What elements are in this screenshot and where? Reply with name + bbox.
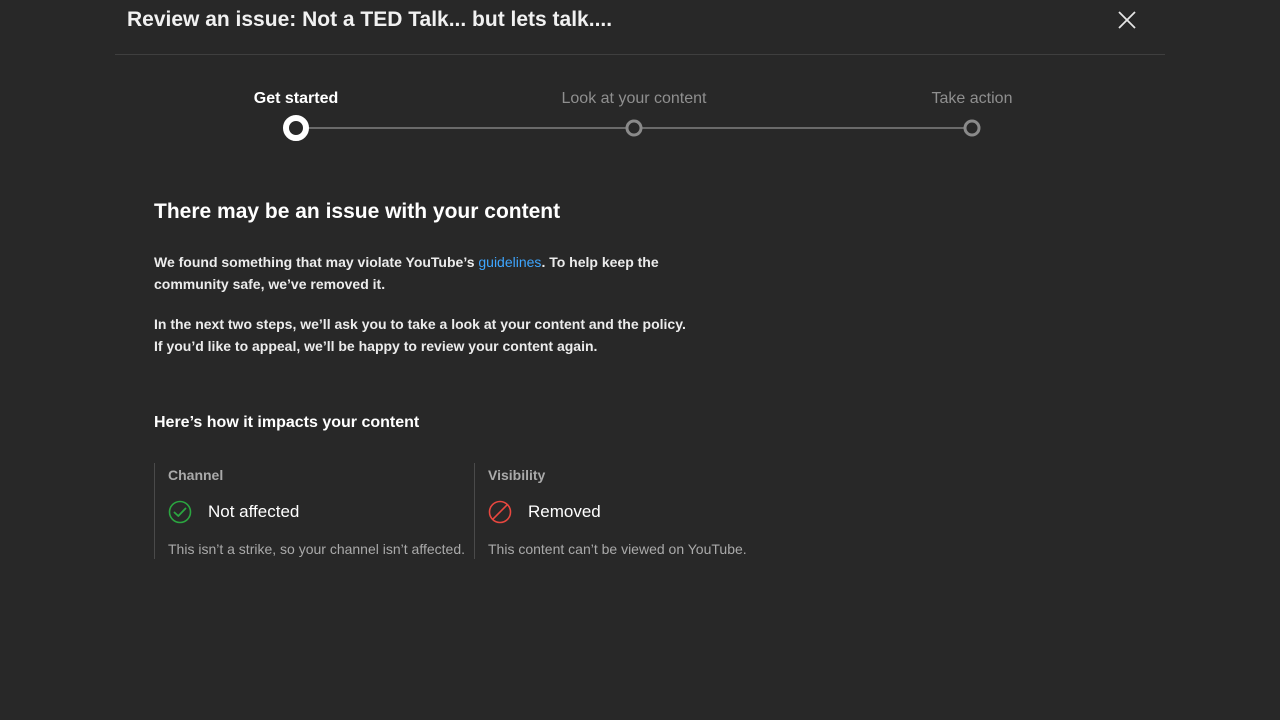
step-label-look-at-content: Look at your content xyxy=(561,90,707,107)
impact-label: Visibility xyxy=(488,467,546,483)
step-label-get-started: Get started xyxy=(253,90,339,107)
impact-heading: Here’s how it impacts your content xyxy=(154,414,420,431)
impact-card-channel: Channel Not affected This isn’t a strike… xyxy=(154,463,474,559)
impact-label: Channel xyxy=(168,467,224,483)
impact-description: This content can’t be viewed on YouTube. xyxy=(488,541,747,557)
progress-stepper: Get started Look at your content Take ac… xyxy=(0,0,1280,160)
next-steps-description: In the next two steps, we’ll ask you to … xyxy=(154,316,686,354)
impact-status: Removed xyxy=(488,500,601,524)
issue-heading: There may be an issue with your content xyxy=(154,200,561,223)
check-circle-icon xyxy=(168,500,192,524)
prohibited-icon xyxy=(488,500,512,524)
impact-description: This isn’t a strike, so your channel isn… xyxy=(168,541,465,557)
step-label-take-action: Take action xyxy=(931,90,1013,107)
impact-value: Not affected xyxy=(208,502,300,521)
step-dot-look-at-content xyxy=(625,119,643,137)
step-dot-get-started xyxy=(283,115,309,141)
review-issue-dialog: Review an issue: Not a TED Talk... but l… xyxy=(0,0,1280,720)
issue-description: We found something that may violate YouT… xyxy=(154,251,694,295)
description-text: We found something that may violate YouT… xyxy=(154,254,479,270)
impact-value: Removed xyxy=(528,502,601,521)
guidelines-link[interactable]: guidelines xyxy=(478,254,541,270)
impact-card-visibility: Visibility Removed This content can’t be… xyxy=(474,463,788,559)
impact-status: Not affected xyxy=(168,500,299,524)
step-dot-take-action xyxy=(963,119,981,137)
